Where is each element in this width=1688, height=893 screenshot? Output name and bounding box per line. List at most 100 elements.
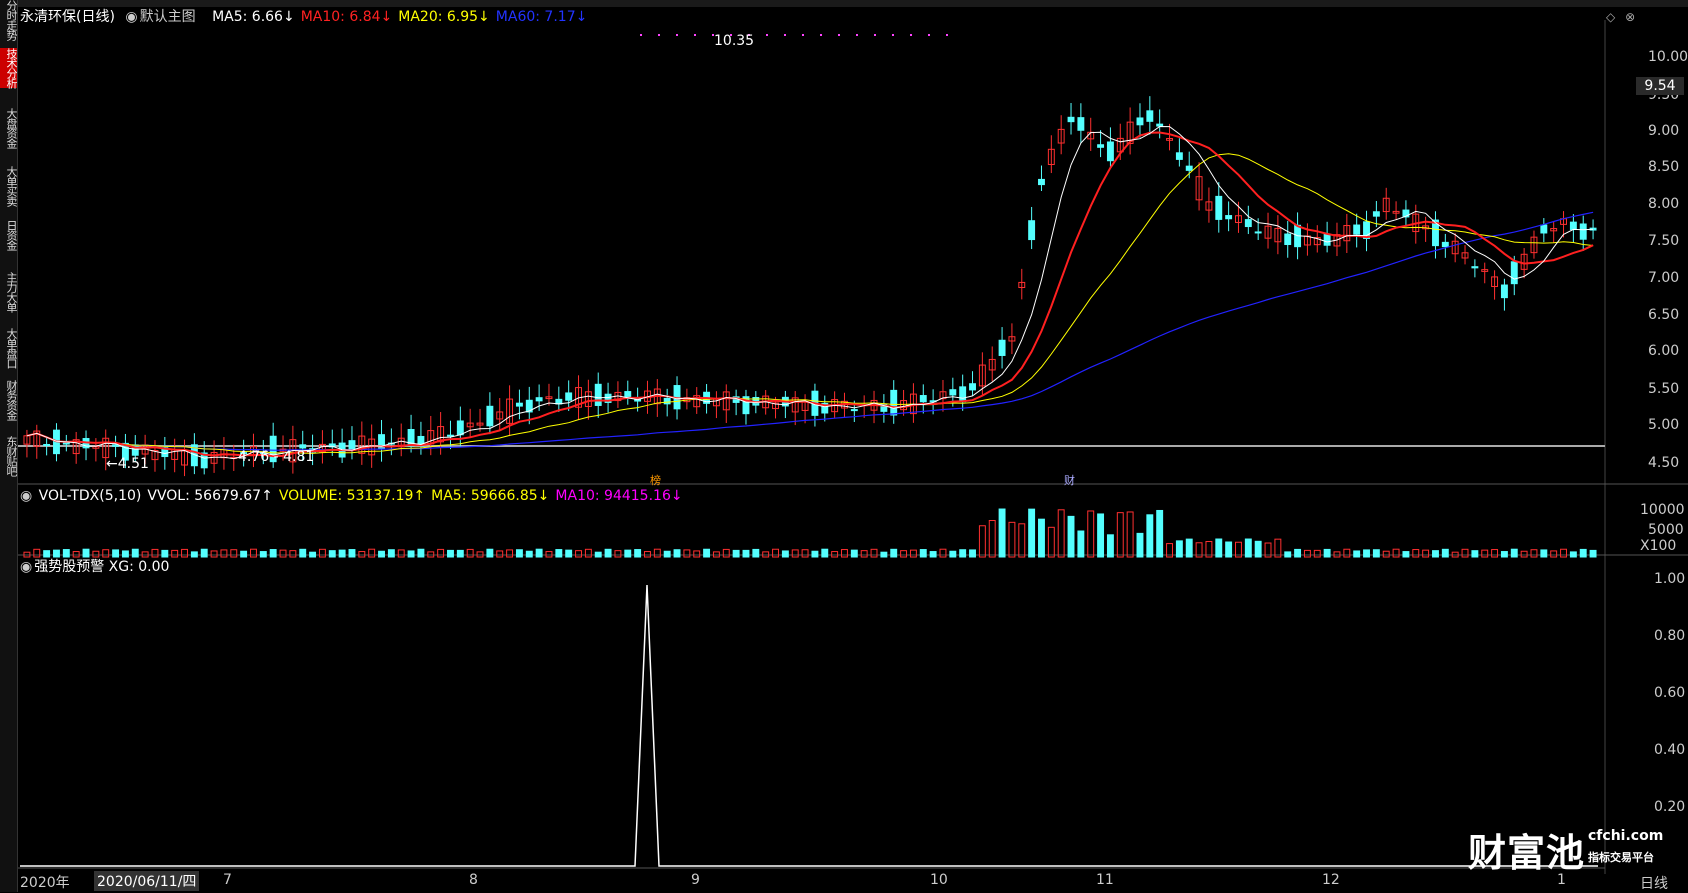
- candle-body: [1067, 116, 1075, 123]
- volume-bar: [525, 550, 533, 558]
- volume-bar: [1038, 518, 1045, 558]
- volume-bar: [456, 549, 464, 558]
- volume-bar: [644, 551, 651, 558]
- current-price-tag: 9.54: [1636, 77, 1684, 95]
- volume-bar: [1313, 549, 1321, 558]
- volume-bar: [102, 549, 110, 558]
- circle-icon[interactable]: ◉: [20, 488, 32, 504]
- volume-bar: [397, 549, 405, 558]
- volume-bar: [1116, 512, 1124, 558]
- volume-bar: [1343, 548, 1351, 558]
- xg-signal-line: [20, 584, 1598, 867]
- price-tick: 8.50: [1648, 159, 1680, 175]
- signal-dot: [640, 34, 642, 36]
- volume-bar: [1432, 550, 1439, 558]
- volume-bar: [791, 549, 799, 558]
- price-tick: 6.00: [1648, 343, 1680, 359]
- volume-bar: [1136, 532, 1144, 558]
- volume-bar: [131, 548, 139, 558]
- period-label[interactable]: 日线: [1640, 873, 1668, 893]
- volume-bar: [594, 551, 602, 558]
- volume-bar: [1303, 549, 1311, 558]
- signal-dot: [946, 34, 948, 36]
- candle-body: [1323, 233, 1331, 246]
- volume-bar: [663, 550, 671, 558]
- price-tick: 9.00: [1648, 123, 1680, 139]
- volume-bar: [604, 548, 612, 558]
- xg-label: 强势股预警 XG: 0.00: [34, 559, 170, 575]
- volume-bar: [318, 548, 326, 558]
- watermark-text: 财富池: [1468, 831, 1586, 875]
- volume-bar: [1550, 550, 1558, 558]
- signal-dot: [838, 34, 840, 36]
- candle-body: [515, 402, 523, 407]
- volume-bar: [161, 549, 169, 558]
- candle-body: [1579, 223, 1587, 240]
- volume-bar: [1569, 551, 1577, 558]
- signal-dot: [910, 34, 912, 36]
- rank-marker[interactable]: 榜: [650, 472, 661, 488]
- volume-bar: [437, 548, 445, 558]
- candle-body: [1441, 241, 1449, 248]
- volume-bar: [200, 548, 208, 558]
- candle-body: [1254, 231, 1262, 234]
- month-tick: 7: [223, 872, 232, 888]
- watermark-url: cfchi.com: [1588, 828, 1664, 844]
- candle-body: [1146, 110, 1154, 122]
- candle-body: [299, 444, 307, 449]
- price-tick: 5.00: [1648, 417, 1680, 433]
- finance-marker[interactable]: 财: [1064, 472, 1075, 488]
- candlestick-chart[interactable]: [0, 0, 1688, 892]
- signal-dot: [892, 34, 894, 36]
- volume-bar: [673, 549, 681, 558]
- candle-body: [1215, 195, 1223, 220]
- volume-bar: [1560, 548, 1567, 558]
- volume-bar: [900, 550, 908, 558]
- signal-dot: [874, 34, 876, 36]
- volume-bar: [939, 548, 947, 558]
- volume-bar: [1471, 550, 1479, 558]
- candle-body: [1175, 152, 1183, 160]
- volume-bar: [417, 548, 425, 558]
- candle-body: [663, 397, 671, 405]
- volume-bar: [151, 548, 159, 558]
- signal-dot: [820, 34, 822, 36]
- range-annotation: 4.76 - 4.81: [238, 449, 315, 465]
- candle-body: [1540, 224, 1548, 234]
- volume-bar: [1215, 538, 1223, 558]
- watermark-logo: 财富池: [1468, 822, 1585, 877]
- indicator-value: MA10: 94415.16↓: [555, 488, 683, 504]
- volume-bar: [299, 548, 307, 558]
- candle-body: [1185, 165, 1193, 171]
- signal-dot: [784, 34, 786, 36]
- circle-icon[interactable]: ◉: [20, 559, 32, 575]
- volume-bar: [683, 549, 691, 558]
- volume-bar: [1461, 548, 1469, 558]
- candle-body: [447, 434, 454, 437]
- candle-body: [565, 392, 573, 401]
- volume-bar: [831, 551, 839, 558]
- volume-bar: [515, 549, 523, 558]
- signal-dot: [766, 34, 768, 36]
- volume-bar: [1333, 551, 1341, 558]
- low-annotation: ←4.51: [106, 456, 149, 472]
- month-tick: 11: [1096, 872, 1114, 888]
- candle-body: [1038, 178, 1045, 186]
- volume-bar: [240, 550, 248, 558]
- ma5-line: [26, 125, 1594, 460]
- xg-tick: 1.00: [1654, 571, 1686, 587]
- price-tick: 7.00: [1648, 270, 1680, 286]
- volume-bar: [978, 525, 986, 558]
- volume-bar: [250, 548, 257, 558]
- volume-bar: [1028, 508, 1036, 558]
- volume-bar: [703, 548, 711, 558]
- candle-body: [1077, 117, 1085, 131]
- volume-bar: [712, 551, 720, 558]
- price-tick: 4.50: [1648, 455, 1680, 471]
- volume-bar: [1047, 526, 1055, 558]
- price-tick: 10.00: [1648, 49, 1688, 65]
- indicator-value: VOLUME: 53137.19↑: [278, 488, 426, 504]
- volume-bar: [752, 548, 760, 558]
- volume-bar: [121, 550, 129, 558]
- volume-bar: [762, 551, 770, 558]
